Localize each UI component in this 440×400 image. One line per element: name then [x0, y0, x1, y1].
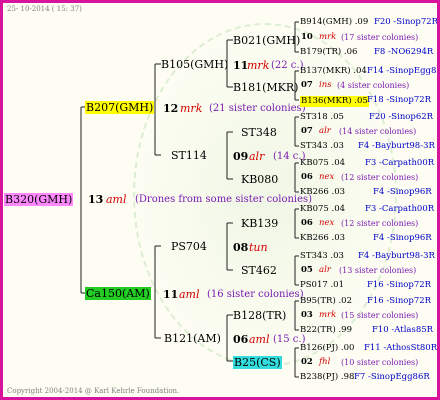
- gen2-node-b105[interactable]: B105(GMH): [161, 59, 228, 70]
- gen4-father-code: F3 -Carpath00R: [365, 204, 435, 214]
- gen3-node-st348[interactable]: ST348: [241, 127, 277, 138]
- gen4-mother-code: F16 -Sinop72R: [367, 280, 432, 290]
- gen4-mother-code: F4 -Sinop96R: [373, 233, 432, 243]
- gen4-father[interactable]: B95(TR) .02: [300, 297, 352, 306]
- gen1-node-ca150[interactable]: Ca150(AM): [85, 287, 151, 300]
- gen2-abbr-b105: mrk: [247, 59, 270, 72]
- gen4-father-code: F20 -Sinop72R: [374, 17, 439, 27]
- gen4-abbr: alr: [319, 265, 331, 275]
- gen4-mother[interactable]: KB266 .03: [300, 188, 345, 197]
- gen3-node-b25[interactable]: B25(CS): [233, 356, 282, 369]
- gen4-number: 10: [301, 32, 313, 42]
- root-race-abbr: aml: [106, 193, 127, 206]
- gen4-father-code: F14 -SinopEgg86R: [367, 66, 437, 76]
- gen2-number-b121: 06: [233, 333, 249, 346]
- gen1-desc-b207: (21 sister colonies): [209, 103, 306, 114]
- root-queen-name[interactable]: B320(GMH): [4, 193, 74, 206]
- gen3-node-b021[interactable]: B021(GMH): [233, 35, 300, 46]
- gen4-mother-code: F10 -Atlas85R: [372, 325, 434, 335]
- gen4-number: 07: [301, 80, 313, 90]
- gen4-mother-code: F7 -SinopEgg86R: [354, 372, 430, 382]
- gen4-father[interactable]: ST318 .05: [300, 113, 344, 122]
- gen3-node-kb139[interactable]: KB139: [241, 218, 278, 229]
- root-generation-number: 13: [88, 193, 104, 206]
- gen4-abbr: mrk: [319, 32, 337, 42]
- gen4-father-code: F3 -Carpath00R: [365, 158, 435, 168]
- gen1-number-b207: 12: [163, 102, 179, 115]
- gen4-abbr: mrk: [319, 310, 337, 320]
- gen4-desc: (4 sister colonies): [337, 81, 410, 90]
- gen4-mother[interactable]: PS017 .01: [300, 281, 344, 290]
- gen4-father[interactable]: B914(GMH) .09: [300, 18, 368, 27]
- gen1-desc-ca150: (16 sister colonies): [207, 289, 304, 300]
- gen4-abbr: ins: [319, 80, 332, 90]
- copyright-notice: Copyright 2004-2014 @ Karl Kehrle Founda…: [7, 387, 180, 395]
- gen4-desc: (10 sister colonies): [341, 358, 419, 367]
- gen2-number-st114: 09: [233, 150, 249, 163]
- gen4-mother-code: F8 -NO6294R: [374, 47, 434, 57]
- gen3-node-st462[interactable]: ST462: [241, 265, 277, 276]
- gen4-mother-code: F4 -Sinop96R: [373, 187, 432, 197]
- gen4-number: 02: [301, 357, 313, 367]
- root-sister-colonies: (Drones from some sister colonies): [135, 194, 313, 205]
- gen4-number: 05: [301, 265, 313, 275]
- gen4-father[interactable]: B137(MKR) .04: [300, 67, 367, 76]
- gen1-abbr-b207: mrk: [180, 102, 203, 115]
- gen4-mother[interactable]: B179(TR) .06: [300, 48, 357, 57]
- gen2-node-b121[interactable]: B121(AM): [164, 333, 221, 344]
- gen4-mother-code: F4 -Bayburt98-3R: [358, 141, 435, 151]
- gen4-father[interactable]: ST343 .03: [300, 252, 344, 261]
- gen2-node-st114[interactable]: ST114: [171, 150, 207, 161]
- gen4-abbr: nex: [319, 172, 335, 182]
- gen4-abbr: alr: [319, 126, 331, 136]
- gen4-mother[interactable]: B136(MKR) .05: [300, 96, 369, 107]
- gen1-number-ca150: 11: [163, 288, 179, 301]
- gen4-father-code: F20 -Sinop62R: [369, 112, 434, 122]
- gen4-number: 06: [301, 218, 313, 228]
- gen4-abbr: fhl: [319, 357, 331, 367]
- gen4-father[interactable]: KB075 .04: [300, 159, 345, 168]
- gen4-father-code: F16 -Sinop72R: [367, 296, 432, 306]
- gen4-desc: (15 sister colonies): [341, 311, 419, 320]
- gen4-desc: (13 sister colonies): [339, 266, 417, 275]
- gen2-number-ps704: 08: [233, 241, 249, 254]
- gen2-abbr-b121: aml: [249, 333, 270, 346]
- gen3-node-b128[interactable]: B128(TR): [233, 310, 286, 321]
- gen2-abbr-ps704: tun: [249, 241, 268, 254]
- gen1-abbr-ca150: aml: [179, 288, 200, 301]
- gen4-number: 06: [301, 172, 313, 182]
- gen3-node-b181[interactable]: B181(MKR): [233, 82, 298, 93]
- gen4-mother[interactable]: ST343 .03: [300, 142, 344, 151]
- gen4-mother[interactable]: B238(PJ) .98: [300, 373, 354, 382]
- gen3-node-kb080[interactable]: KB080: [241, 174, 278, 185]
- gen4-desc: (17 sister colonies): [341, 33, 419, 42]
- gen4-mother[interactable]: KB266 .03: [300, 234, 345, 243]
- gen4-number: 03: [301, 310, 313, 320]
- gen4-desc: (12 sister colonies): [341, 219, 419, 228]
- gen4-mother-code: F18 -Sinop72R: [367, 95, 432, 105]
- gen2-abbr-st114: alr: [249, 150, 265, 163]
- gen4-father-code: F11 -AthosSt80R: [364, 343, 438, 353]
- gen4-mother[interactable]: B22(TR) .99: [300, 326, 352, 335]
- gen4-father[interactable]: KB075 .04: [300, 205, 345, 214]
- gen2-node-ps704[interactable]: PS704: [171, 241, 207, 252]
- report-date: 25- 10-2014 ( 15: 37): [7, 5, 82, 13]
- gen2-desc-b105: (22 c.): [271, 60, 304, 71]
- gen4-father-code: F4 -Bayburt98-3R: [358, 251, 435, 261]
- gen4-desc: (14 sister colonies): [339, 127, 417, 136]
- gen4-desc: (12 sister colonies): [341, 173, 419, 182]
- pedigree-frame: 25- 10-2014 ( 15: 37) Copyright 2004-201…: [0, 0, 440, 400]
- gen4-abbr: nex: [319, 218, 335, 228]
- gen1-node-b207[interactable]: B207(GMH): [85, 101, 155, 114]
- gen4-father[interactable]: B126(PJ) .00: [300, 344, 354, 353]
- gen4-number: 07: [301, 126, 313, 136]
